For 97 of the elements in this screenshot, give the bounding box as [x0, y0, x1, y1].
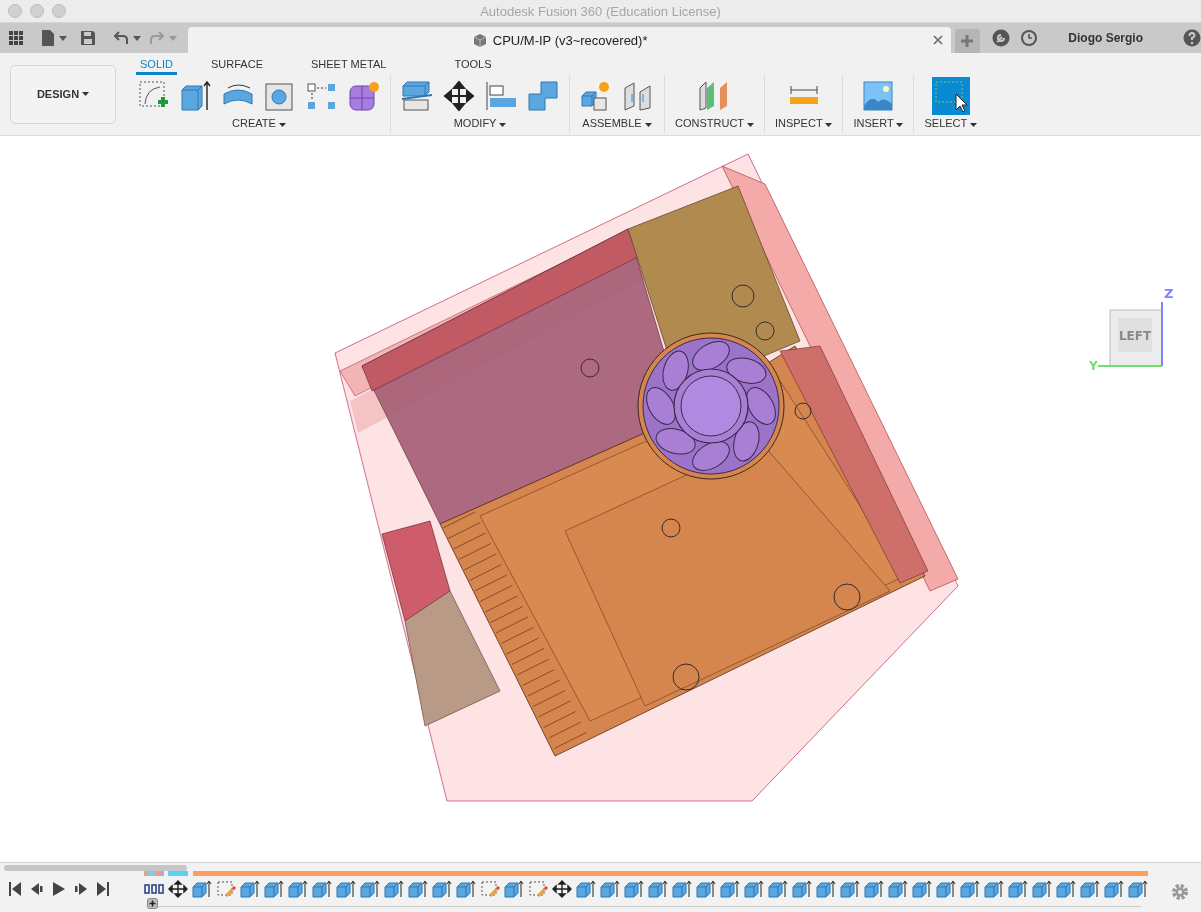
timeline-scrollbar[interactable] [4, 865, 187, 871]
window-title: Autodesk Fusion 360 (Education License) [480, 3, 721, 19]
play-icon[interactable] [52, 881, 66, 897]
extrude-feature-icon[interactable] [360, 880, 380, 898]
extrude-feature-icon[interactable] [336, 880, 356, 898]
caret-icon [896, 123, 904, 127]
extrude-feature-icon[interactable] [888, 880, 908, 898]
move-feature-icon[interactable] [168, 880, 188, 898]
document-title: CPU/M-IP (v3~recovered)* [492, 32, 648, 48]
extrude-feature-icon[interactable] [936, 880, 956, 898]
extrude-feature-icon[interactable] [960, 880, 980, 898]
new-tab-button[interactable] [954, 29, 981, 53]
toolbar-tab[interactable]: SURFACE [207, 55, 267, 75]
extrude-feature-icon[interactable] [648, 880, 668, 898]
press-pull-icon[interactable] [401, 80, 433, 112]
pattern-icon[interactable] [306, 80, 338, 112]
toolbar-tab[interactable]: TOOLS [450, 55, 496, 75]
extrude-feature-icon[interactable] [984, 880, 1004, 898]
move-feature-icon[interactable] [552, 880, 572, 898]
extrude-feature-icon[interactable] [768, 880, 788, 898]
wrench-icon[interactable] [992, 29, 1011, 47]
extrude-feature-icon[interactable] [1128, 880, 1148, 898]
extrude-feature-icon[interactable] [912, 880, 932, 898]
extrude-feature-icon[interactable] [840, 880, 860, 898]
extrude-feature-icon[interactable] [192, 880, 212, 898]
toolbar-tab[interactable]: SHEET METAL [307, 55, 391, 75]
joint-icon[interactable] [622, 80, 654, 112]
tool-group-menu[interactable]: SELECT [924, 117, 978, 129]
extrude-feature-icon[interactable] [288, 880, 308, 898]
caret-icon [970, 123, 978, 127]
document-tab[interactable]: CPU/M-IP (v3~recovered)* [187, 27, 951, 53]
caret-icon [644, 123, 652, 127]
extrude-feature-icon[interactable] [600, 880, 620, 898]
tool-group-menu[interactable]: ASSEMBLE [582, 117, 652, 129]
extrude-feature-icon[interactable] [504, 880, 524, 898]
step-forward-icon[interactable] [74, 881, 88, 897]
settings-icon[interactable] [1171, 883, 1189, 901]
extrude-feature-icon[interactable] [1032, 880, 1052, 898]
extrude-feature-icon[interactable] [720, 880, 740, 898]
sketch-feature-icon[interactable] [480, 880, 500, 898]
image-icon[interactable] [862, 80, 895, 112]
skip-to-end-icon[interactable] [96, 881, 110, 897]
timeline-marker [168, 871, 188, 876]
extrude-feature-icon[interactable] [672, 880, 692, 898]
clock-icon[interactable] [1020, 29, 1039, 47]
extrude-feature-icon[interactable] [1104, 880, 1124, 898]
move-icon[interactable] [443, 80, 475, 112]
caret-icon [746, 123, 754, 127]
hole-icon[interactable] [264, 80, 296, 112]
tool-group-menu[interactable]: CREATE [232, 117, 286, 129]
tool-group-menu[interactable]: INSERT [853, 117, 904, 129]
extrude-feature-icon[interactable] [816, 880, 836, 898]
save-icon[interactable] [80, 30, 96, 46]
sketch-feature-icon[interactable] [216, 880, 236, 898]
skip-to-start-icon[interactable] [8, 881, 22, 897]
help-icon[interactable] [1183, 29, 1201, 47]
form-icon[interactable] [348, 80, 380, 112]
tool-group-menu[interactable]: INSPECT [774, 117, 833, 129]
step-back-icon[interactable] [30, 881, 44, 897]
timeline-marker [144, 871, 164, 876]
extrude-feature-icon[interactable] [384, 880, 404, 898]
combine-icon[interactable] [527, 80, 559, 112]
plus-icon [960, 34, 975, 48]
extrude-feature-icon[interactable] [1056, 880, 1076, 898]
caret-icon [82, 92, 90, 96]
add-icon[interactable] [147, 898, 158, 909]
extrude-feature-icon[interactable] [576, 880, 596, 898]
extrude-feature-icon[interactable] [264, 880, 284, 898]
undo-icon[interactable] [112, 30, 142, 46]
extrude-icon[interactable] [180, 80, 212, 112]
toolbar-tab[interactable]: SOLID [136, 55, 177, 75]
extrude-feature-icon[interactable] [696, 880, 716, 898]
caret-icon [499, 123, 507, 127]
extrude-feature-icon[interactable] [408, 880, 428, 898]
file-icon[interactable] [40, 29, 68, 47]
extrude-feature-icon[interactable] [312, 880, 332, 898]
extrude-feature-icon[interactable] [1008, 880, 1028, 898]
user-name[interactable]: Diogo Sergio [1068, 31, 1143, 45]
apps-grid-icon[interactable] [8, 30, 24, 46]
caret-icon [278, 123, 286, 127]
caret-icon [825, 123, 833, 127]
extrude-feature-icon[interactable] [624, 880, 644, 898]
select-icon[interactable] [931, 77, 970, 115]
extrude-feature-icon[interactable] [432, 880, 452, 898]
new-component-icon[interactable] [580, 80, 612, 112]
extrude-feature-icon[interactable] [1080, 880, 1100, 898]
extrude-feature-icon[interactable] [792, 880, 812, 898]
extrude-feature-icon[interactable] [864, 880, 884, 898]
extrude-feature-icon[interactable] [744, 880, 764, 898]
tool-group-menu[interactable]: MODIFY [453, 117, 507, 129]
extrude-feature-icon[interactable] [240, 880, 260, 898]
tool-group-menu[interactable]: CONSTRUCT [675, 117, 754, 129]
align-icon[interactable] [485, 80, 517, 112]
workspace-dropdown[interactable]: DESIGN [10, 64, 116, 124]
close-icon[interactable] [932, 35, 943, 45]
cube-icon [472, 32, 487, 48]
extrude-feature-icon[interactable] [456, 880, 476, 898]
